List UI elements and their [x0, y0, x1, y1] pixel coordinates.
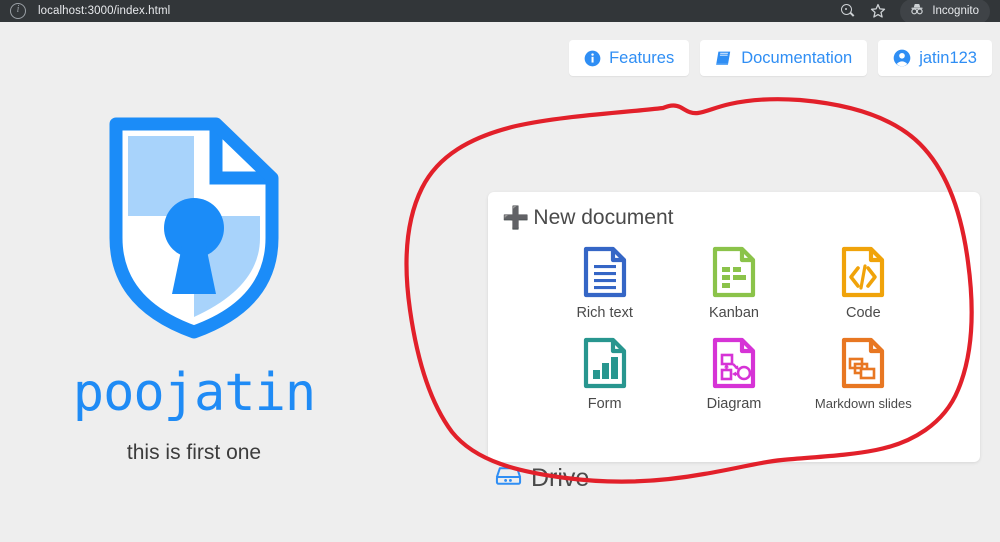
footer-cut-off-text[interactable]	[0, 470, 388, 476]
top-navigation: Features Documentation jatin123	[569, 40, 992, 76]
drive-link[interactable]: Drive	[495, 464, 589, 493]
rich-text-doc-icon	[578, 244, 632, 300]
doc-type-label: Rich text	[576, 305, 633, 321]
doc-type-diagram[interactable]: Diagram	[669, 335, 798, 412]
features-label: Features	[609, 48, 675, 67]
page-body: Features Documentation jatin123 poojatin…	[0, 22, 1000, 542]
incognito-icon	[909, 2, 925, 21]
code-doc-icon	[836, 244, 890, 300]
hero-section: poojatin this is first one	[0, 112, 388, 465]
user-avatar-icon	[893, 49, 911, 67]
star-icon[interactable]	[870, 3, 886, 19]
form-chart-doc-icon	[578, 335, 632, 391]
doc-type-label: Markdown slides	[814, 396, 912, 411]
plus-icon: ➕	[502, 205, 530, 230]
doc-type-label: Code	[845, 305, 881, 321]
doc-type-label: Diagram	[706, 396, 762, 412]
doc-type-rich-text[interactable]: Rich text	[540, 244, 669, 321]
features-button[interactable]: Features	[569, 40, 690, 76]
hard-drive-icon	[495, 464, 522, 493]
username-label: jatin123	[919, 48, 977, 67]
incognito-label: Incognito	[932, 5, 979, 17]
browser-toolbar-actions: Incognito	[840, 0, 994, 24]
doc-type-kanban[interactable]: Kanban	[669, 244, 798, 321]
info-icon	[584, 50, 601, 67]
logo-wrapper	[0, 112, 388, 349]
document-types-grid: Rich text Kanban Code Form Diagram Markd…	[488, 230, 980, 412]
doc-type-form[interactable]: Form	[540, 335, 669, 412]
page-title: poojatin	[72, 363, 316, 423]
drive-label: Drive	[531, 464, 590, 492]
card-title-label: New document	[533, 206, 674, 229]
incognito-indicator[interactable]: Incognito	[900, 0, 990, 24]
book-icon	[715, 50, 733, 66]
documentation-button[interactable]: Documentation	[700, 40, 868, 76]
documentation-label: Documentation	[741, 48, 853, 67]
doc-type-label: Form	[587, 396, 622, 412]
new-document-card: ➕ New document Rich text Kanban Code For…	[488, 192, 980, 462]
info-circle-icon[interactable]: i	[10, 3, 26, 19]
doc-type-markdown-slides[interactable]: Markdown slides	[799, 335, 928, 412]
doc-type-label: Kanban	[708, 305, 759, 321]
url-text[interactable]: localhost:3000/index.html	[38, 5, 170, 17]
user-account-button[interactable]: jatin123	[878, 40, 992, 76]
cryptpad-shield-lock-logo	[104, 112, 284, 349]
page-subtitle: this is first one	[126, 441, 262, 464]
zoom-search-icon[interactable]	[840, 3, 856, 19]
diagram-doc-icon	[707, 335, 761, 391]
markdown-slides-doc-icon	[836, 335, 890, 391]
card-header: ➕ New document	[488, 192, 980, 230]
kanban-doc-icon	[707, 244, 761, 300]
browser-toolbar: i localhost:3000/index.html Incognito	[0, 0, 1000, 24]
doc-type-code[interactable]: Code	[799, 244, 928, 321]
